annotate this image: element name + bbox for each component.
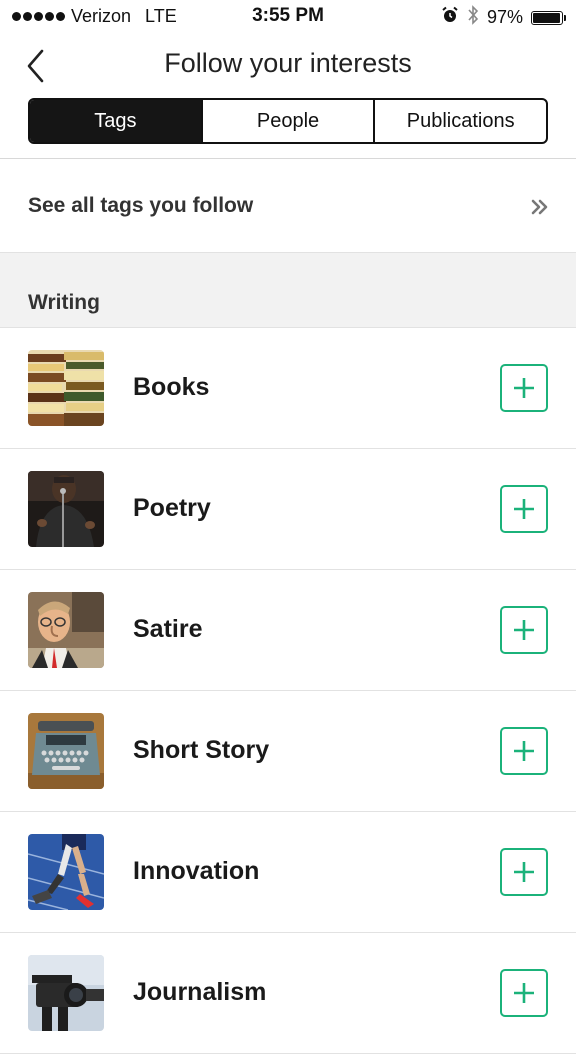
follow-short-story-button[interactable] — [500, 727, 548, 775]
typewriter-image — [28, 713, 104, 789]
see-all-tags-label: See all tags you follow — [28, 194, 254, 217]
plus-icon — [514, 620, 534, 640]
follow-satire-button[interactable] — [500, 606, 548, 654]
segmented-control: Tags People Publications — [28, 98, 548, 144]
tag-list: Books Poetry Satire Short Story Innovati… — [0, 328, 576, 1054]
tag-row[interactable]: Poetry — [0, 449, 576, 570]
satire-image — [28, 592, 104, 668]
double-chevron-right-icon — [530, 197, 550, 222]
plus-icon — [514, 499, 534, 519]
tag-name: Journalism — [133, 978, 267, 1006]
tag-name: Books — [133, 373, 210, 401]
tab-publications[interactable]: Publications — [373, 100, 546, 142]
tag-row[interactable]: Satire — [0, 570, 576, 691]
tag-row[interactable]: Journalism — [0, 933, 576, 1054]
runner-image — [28, 834, 104, 910]
bluetooth-icon — [467, 5, 479, 30]
tag-name: Satire — [133, 615, 203, 643]
section-title: Writing — [28, 291, 100, 314]
tab-tags[interactable]: Tags — [30, 100, 201, 142]
status-right: 97% — [441, 5, 566, 30]
plus-icon — [514, 741, 534, 761]
plus-icon — [514, 862, 534, 882]
alarm-icon — [441, 6, 459, 29]
tag-row[interactable]: Innovation — [0, 812, 576, 933]
plus-icon — [514, 378, 534, 398]
follow-journalism-button[interactable] — [500, 969, 548, 1017]
camera-image — [28, 955, 104, 1031]
follow-books-button[interactable] — [500, 364, 548, 412]
follow-poetry-button[interactable] — [500, 485, 548, 533]
tag-name: Short Story — [133, 736, 270, 764]
poetry-image — [28, 471, 104, 547]
tab-people[interactable]: People — [200, 100, 374, 142]
battery-percent: 97% — [486, 7, 523, 27]
follow-innovation-button[interactable] — [500, 848, 548, 896]
battery-icon — [531, 10, 566, 25]
page-title: Follow your interests — [164, 48, 412, 78]
status-bar: Verizon LTE 3:55 PM 97% — [0, 0, 576, 34]
tag-name: Poetry — [133, 494, 211, 522]
section-header: Writing — [0, 252, 576, 328]
tag-name: Innovation — [133, 857, 260, 885]
books-image — [28, 350, 104, 426]
tag-row[interactable]: Books — [0, 328, 576, 449]
tag-row[interactable]: Short Story — [0, 691, 576, 812]
see-all-tags-row[interactable]: See all tags you follow — [0, 159, 576, 252]
navigation-bar: Follow your interests — [0, 36, 576, 96]
plus-icon — [514, 983, 534, 1003]
